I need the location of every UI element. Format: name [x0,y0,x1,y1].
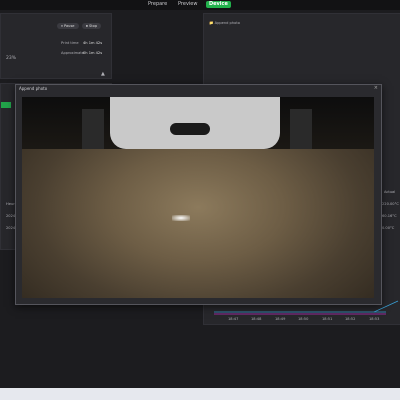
camera-panel-title: 📁 Append photo [209,21,240,25]
print-time-value: 4h 1m 42s [83,41,103,45]
print-status-panel: ⏸ Pause ⏹ Stop Print time 4h 1m 42s 23% … [0,13,112,79]
toolhead-slot [170,123,210,135]
progress-percent: 23% [6,56,17,61]
temp-col-header: Actual [384,190,396,194]
x-tick: 18:49 [275,317,286,321]
x-tick: 18:47 [228,317,239,321]
approx-time-label: Approximate [61,51,84,55]
temp-value-nozzle: 220.00°C [382,202,399,206]
pause-label: Pause [63,24,75,28]
tab-prepare[interactable]: Prepare [145,1,170,8]
x-tick: 18:48 [251,317,262,321]
stop-button[interactable]: ⏹ Stop [82,23,102,29]
rail-right [290,109,312,149]
print-time-label: Print time [61,41,79,45]
tab-device[interactable]: Device [206,1,231,8]
top-bar: Prepare Preview Device [0,0,400,10]
toolhead [110,97,280,149]
active-tab-indicator[interactable] [1,102,11,108]
append-photo-dialog: Append photo × [15,84,382,305]
close-icon[interactable]: × [374,85,378,91]
camera-panel-title-text: Append photo [214,21,240,25]
dialog-title: Append photo [19,86,48,91]
pause-button[interactable]: ⏸ Pause [57,23,79,29]
chevron-up-icon[interactable]: ▲ [101,71,105,77]
x-tick: 18:52 [345,317,356,321]
approx-time-value: 0h 1m 42s [83,51,103,55]
taskbar-strip [0,388,400,400]
x-tick: 18:50 [298,317,309,321]
camera-photo [22,97,374,298]
light-reflection [172,215,190,221]
temp-value-chamber: 0.00°C [382,226,395,230]
x-tick: 18:51 [322,317,333,321]
temp-value-bed: 60.16°C [382,214,397,218]
stop-label: Stop [88,24,98,28]
rail-left [82,109,104,149]
x-tick: 18:53 [369,317,380,321]
tab-preview[interactable]: Preview [175,1,200,8]
